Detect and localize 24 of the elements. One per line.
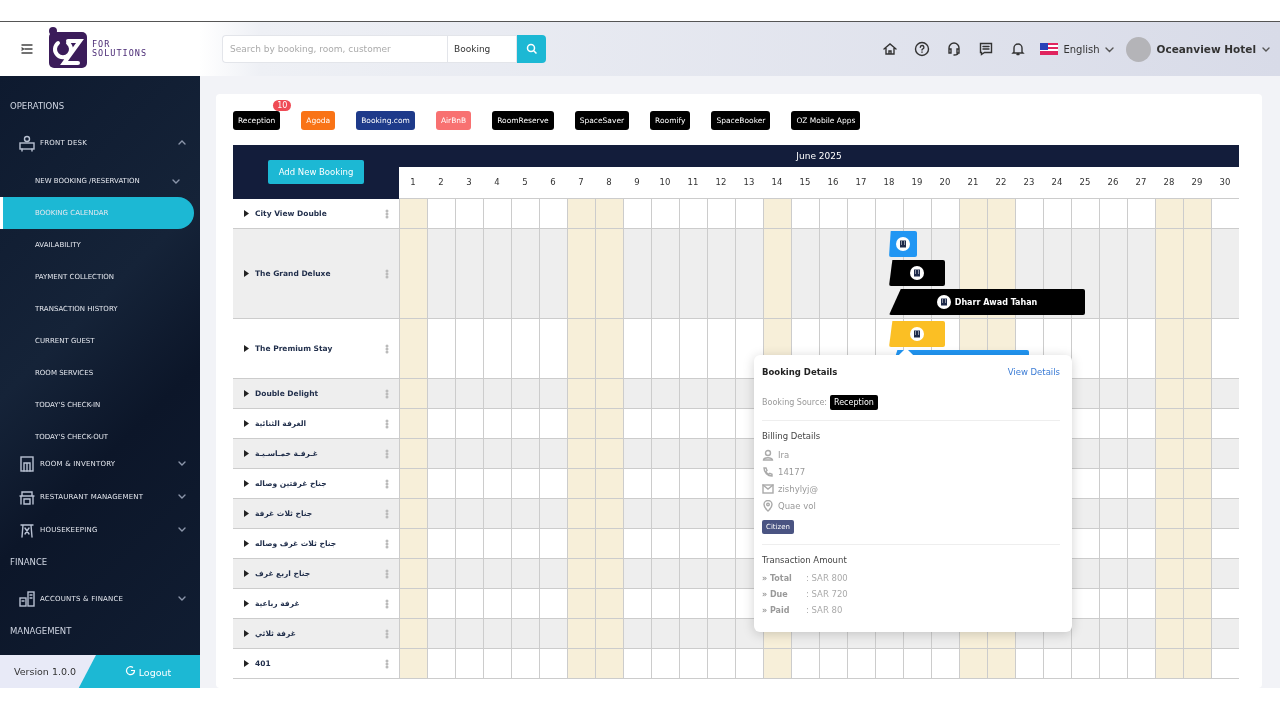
section-heading: Transaction Amount <box>762 555 848 565</box>
version-label: Version 1.0.0 <box>0 655 96 688</box>
guest-name: Ira <box>778 449 790 460</box>
amount-label: » Paid <box>762 605 791 615</box>
amount-value: : SAR 720 <box>806 589 848 599</box>
section-heading: FINANCE <box>9 556 49 569</box>
count-badge: 10 <box>273 100 292 111</box>
section-heading: OPERATIONS <box>9 100 66 113</box>
section-heading: Billing Details <box>762 431 822 441</box>
amount-label: » Due <box>762 589 789 599</box>
source-tag: Reception <box>830 395 878 410</box>
guest-name: Dharr Awad Tahan <box>954 297 1038 307</box>
amount-value: : SAR 800 <box>806 573 848 583</box>
section-heading: MANAGEMENT <box>9 625 73 638</box>
source-label: Booking Source: <box>762 398 827 407</box>
email-address: zishylyj@ <box>778 483 818 494</box>
amount-value: : SAR 80 <box>806 605 843 615</box>
logo-text: SOLUTIONS <box>92 49 148 58</box>
address: Quae vol <box>778 500 816 511</box>
popup-title: Booking Details <box>762 367 838 377</box>
month-header: June 2025 <box>399 145 1239 167</box>
logo-text: FOR <box>92 40 111 49</box>
amount-label: » Total <box>762 573 793 583</box>
phone-number: 14177 <box>778 466 806 477</box>
